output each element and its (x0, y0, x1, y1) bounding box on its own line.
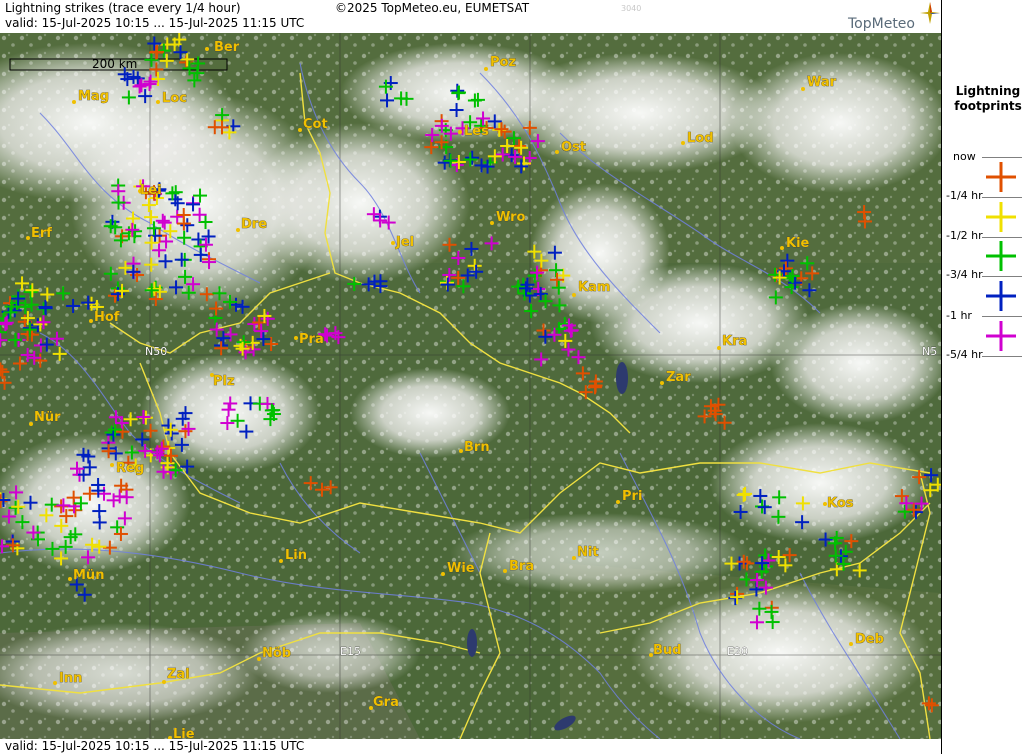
footer-valid-time: valid: 15-Jul-2025 10:15 ... 15-Jul-2025… (5, 739, 305, 753)
svg-text:Hof: Hof (94, 310, 120, 325)
svg-text:Wie: Wie (447, 561, 475, 576)
legend-label-15: -1/4 hr (946, 189, 983, 202)
svg-text:Wro: Wro (496, 210, 526, 225)
topmeteo-logo: TopMeteo (848, 16, 915, 32)
copyright: ©2025 TopMeteo.eu, EUMETSAT (335, 1, 530, 15)
legend-title: Lightning footprints (942, 84, 1033, 114)
city-lei: Lei (138, 183, 162, 198)
svg-text:Pri: Pri (622, 489, 642, 504)
map-title: Lightning strikes (trace every 1/4 hour) (5, 1, 241, 15)
legend-label-30: -1/2 hr (946, 229, 983, 242)
legend-cross-now (986, 162, 1016, 192)
svg-text:Inn: Inn (59, 671, 82, 686)
legend-label-75: -5/4 hr (946, 348, 983, 361)
svg-text:Mag: Mag (78, 89, 109, 104)
legend-cross-30 (986, 241, 1016, 271)
city-pra: Pra (294, 332, 324, 347)
grid-label-n5: N5 (922, 345, 937, 358)
svg-text:Dre: Dre (241, 217, 267, 232)
svg-text:Nit: Nit (577, 545, 599, 560)
svg-text:Deb: Deb (855, 632, 884, 647)
city-hof: Hof (89, 310, 120, 325)
map-canvas: 200 km N50 N5 E15 E20 Ber Mag Loc Cot Po… (0, 33, 941, 739)
svg-text:Kam: Kam (578, 280, 610, 295)
city-kam: Kam (572, 280, 611, 297)
map-code: 3040 (621, 4, 642, 13)
legend-title-line1: Lightning (955, 84, 1021, 98)
svg-text:Gra: Gra (373, 695, 399, 710)
legend-label-45: -3/4 hr (946, 268, 983, 281)
map-header: Lightning strikes (trace every 1/4 hour)… (0, 0, 941, 33)
svg-text:Lie: Lie (173, 727, 195, 739)
grid-label-e15: E15 (340, 645, 361, 658)
city-nob: Nöb (257, 646, 291, 661)
svg-text:Mün: Mün (73, 568, 104, 583)
svg-text:Nöb: Nöb (262, 646, 291, 661)
svg-text:Pra: Pra (299, 332, 324, 347)
city-mun: Mün (68, 568, 105, 583)
svg-text:Loc: Loc (162, 91, 187, 106)
city-wro: Wro (490, 210, 526, 225)
svg-text:Zal: Zal (167, 667, 190, 682)
city-gra: Gra (369, 695, 399, 710)
city-deb: Deb (849, 632, 884, 647)
svg-text:Jel: Jel (395, 235, 414, 250)
svg-text:Kra: Kra (722, 334, 747, 349)
city-mag: Mag (72, 89, 109, 104)
legend-crosses (986, 162, 1016, 351)
svg-text:Erf: Erf (31, 226, 52, 241)
city-plz: Plz (210, 373, 235, 389)
city-brn: Brn (459, 440, 490, 455)
svg-text:Kie: Kie (786, 236, 810, 251)
svg-text:Lei: Lei (140, 183, 162, 198)
grid-label-n50: N50 (145, 345, 167, 358)
svg-text:Poz: Poz (490, 55, 516, 70)
svg-text:War: War (807, 75, 837, 90)
valid-time: valid: 15-Jul-2025 10:15 ... 15-Jul-2025… (5, 16, 305, 30)
city-reg: Reg (110, 461, 144, 476)
satellite-map[interactable]: 200 km N50 N5 E15 E20 Ber Mag Loc Cot Po… (0, 33, 941, 739)
city-war: War (801, 75, 837, 91)
svg-text:Reg: Reg (116, 461, 144, 476)
city-wie: Wie (441, 561, 475, 576)
svg-text:Ber: Ber (214, 40, 240, 55)
legend-label-60: -1 hr (946, 309, 972, 322)
legend-cross-45 (986, 281, 1016, 311)
svg-text:Cot: Cot (303, 117, 328, 132)
city-dre: Dre (236, 217, 268, 232)
city-zal: Zal (162, 667, 190, 684)
legend-panel: Lightning footprints now -1/4 hr -1/2 hr… (941, 0, 1033, 754)
grid-label-e20: E20 (727, 645, 748, 658)
legend-label-now: now (953, 150, 976, 163)
svg-text:Lin: Lin (285, 548, 307, 563)
city-cot: Cot (298, 117, 328, 132)
map-footer: valid: 15-Jul-2025 10:15 ... 15-Jul-2025… (0, 739, 941, 754)
svg-text:Les: Les (464, 124, 489, 139)
svg-text:Nür: Nür (34, 410, 61, 425)
svg-text:Bra: Bra (509, 559, 534, 574)
scale-label: 200 km (92, 57, 137, 71)
svg-text:Bud: Bud (653, 643, 681, 658)
compass-star-icon (920, 2, 940, 24)
svg-text:Lod: Lod (687, 131, 714, 146)
svg-text:Plz: Plz (213, 374, 235, 389)
svg-text:Zar: Zar (666, 370, 691, 385)
city-kra: Kra (717, 334, 748, 350)
svg-text:Ost: Ost (561, 140, 586, 155)
legend-cross-60 (986, 321, 1016, 351)
city-kos: Kos (823, 496, 854, 511)
city-bud: Bud (649, 643, 682, 658)
city-nur: Nür (29, 410, 61, 426)
svg-text:Brn: Brn (464, 440, 490, 455)
svg-text:Kos: Kos (827, 496, 854, 511)
legend-title-line2: footprints (954, 99, 1022, 113)
legend-cross-15 (986, 202, 1016, 232)
